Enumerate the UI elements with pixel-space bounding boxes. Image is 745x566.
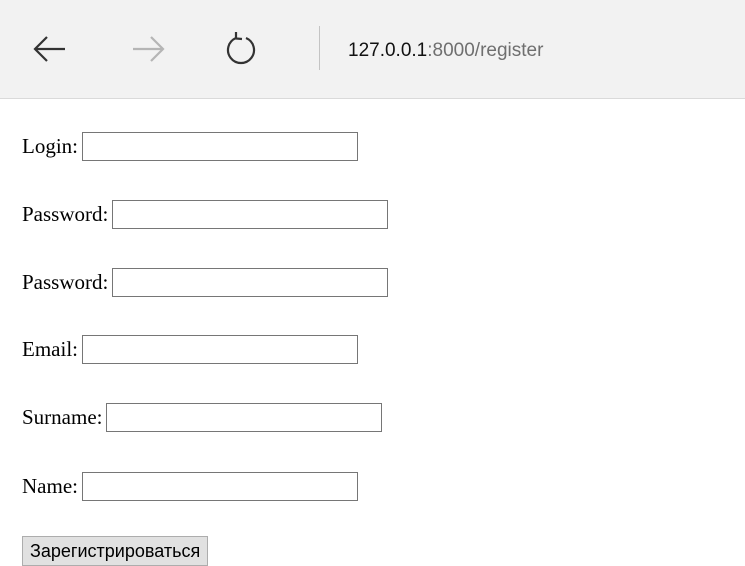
reload-icon xyxy=(226,32,256,65)
password-row: Password: xyxy=(22,198,389,230)
register-page: Login: Password: Password: Email: Surnam… xyxy=(0,99,745,566)
login-input[interactable] xyxy=(82,131,358,161)
login-label: Login: xyxy=(22,133,78,158)
register-button[interactable]: Зарегистрироваться xyxy=(22,536,209,566)
password-label: Password: xyxy=(22,201,109,226)
forward-arrow-icon xyxy=(133,36,165,62)
email-input[interactable] xyxy=(82,334,358,364)
surname-label: Surname: xyxy=(22,404,103,429)
password-input[interactable] xyxy=(112,199,389,229)
name-label: Name: xyxy=(22,473,78,498)
reload-button[interactable] xyxy=(216,24,266,74)
browser-toolbar: 127.0.0.1:8000/register xyxy=(0,0,745,99)
surname-row: Surname: xyxy=(22,401,383,433)
forward-button[interactable] xyxy=(124,24,174,74)
login-row: Login: xyxy=(22,130,358,162)
toolbar-divider xyxy=(319,26,320,70)
name-input[interactable] xyxy=(81,471,358,501)
email-label: Email: xyxy=(22,336,78,361)
address-host: 127.0.0.1 xyxy=(348,40,428,61)
address-bar[interactable]: 127.0.0.1:8000/register xyxy=(348,36,728,66)
password-confirm-row: Password: xyxy=(22,266,389,298)
address-path: :8000/register xyxy=(427,40,544,61)
back-button[interactable] xyxy=(24,24,74,74)
password-confirm-input[interactable] xyxy=(112,267,389,297)
password-confirm-label: Password: xyxy=(22,269,109,294)
name-row: Name: xyxy=(22,470,358,502)
email-row: Email: xyxy=(22,333,358,365)
surname-input[interactable] xyxy=(106,402,383,432)
back-arrow-icon xyxy=(33,36,65,62)
